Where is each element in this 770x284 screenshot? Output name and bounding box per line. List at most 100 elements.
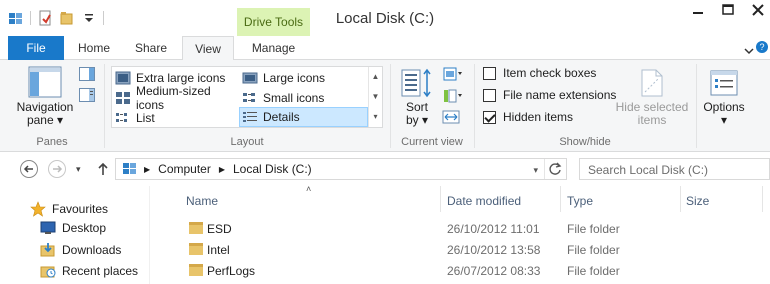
back-button[interactable] [20, 160, 38, 178]
details-icon [242, 110, 258, 124]
add-columns-button[interactable] [442, 88, 464, 107]
current-view-group-label: Current view [401, 136, 463, 148]
nav-item-desktop[interactable]: Desktop [40, 221, 106, 235]
scroll-down-icon[interactable]: ▼ [369, 87, 382, 107]
column-header-name[interactable]: Name [186, 194, 218, 208]
column-header-size[interactable]: Size [686, 194, 709, 208]
navigation-pane: Favourites Desktop Downloads Recent plac… [0, 186, 150, 284]
column-header-type[interactable]: Type [567, 194, 593, 208]
column-header-date-modified[interactable]: Date modified [447, 194, 521, 208]
breadcrumb-local-disk[interactable]: Local Disk (C:) [233, 162, 312, 176]
column-divider[interactable] [762, 186, 763, 212]
recent-locations-icon[interactable]: ▾ [76, 164, 81, 175]
star-icon [30, 201, 46, 217]
breadcrumb-computer[interactable]: Computer [158, 162, 211, 176]
table-row[interactable]: ESD 26/10/2012 11:01 File folder [150, 219, 770, 240]
search-input[interactable]: Search Local Disk (C:) [579, 158, 770, 180]
sort-by-icon [401, 68, 431, 98]
nav-item-label: Downloads [62, 243, 122, 257]
breadcrumb-chevron-icon[interactable]: ▶ [144, 165, 150, 174]
refresh-icon [549, 162, 562, 175]
layout-medium-icons[interactable]: Medium-sized icons [113, 84, 239, 112]
details-pane-button[interactable] [79, 88, 95, 105]
preview-pane-button[interactable] [79, 67, 95, 84]
table-row[interactable]: Intel 26/10/2012 13:58 File folder [150, 240, 770, 261]
layout-list[interactable]: List [113, 108, 239, 127]
sort-ascending-icon: ˄ [306, 184, 312, 194]
hide-selected-items-label-2: items [637, 113, 667, 127]
navigation-pane-button[interactable]: Navigation pane ▾ [14, 66, 76, 127]
nav-item-downloads[interactable]: Downloads [40, 242, 121, 258]
layout-item-label: Extra large icons [136, 70, 226, 85]
computer-icon [122, 161, 138, 178]
tab-manage[interactable]: Manage [237, 36, 310, 60]
minimize-icon[interactable] [692, 4, 704, 16]
dropdown-arrow-icon: ▾ [57, 113, 64, 127]
show-hide-group-label: Show/hide [559, 136, 611, 148]
folder-icon [189, 243, 203, 255]
details-pane-icon [79, 88, 95, 102]
options-icon [710, 70, 738, 96]
item-check-boxes-label: Item check boxes [503, 66, 597, 80]
navigation-pane-icon [28, 66, 62, 98]
table-row[interactable]: PerfLogs 26/07/2012 08:33 File folder [150, 261, 770, 282]
folder-icon [189, 264, 203, 276]
navigation-pane-label-2: pane ▾ [26, 113, 64, 127]
file-list: ˄ Name Date modified Type Size ESD 26/10… [150, 184, 770, 284]
ribbon-tabs: File Home Share View Manage ? [0, 36, 770, 61]
file-type: File folder [567, 222, 620, 236]
help-icon[interactable]: ? [756, 41, 768, 53]
expand-gallery-icon[interactable]: ▾ [369, 107, 382, 127]
file-date-modified: 26/10/2012 11:01 [447, 222, 540, 236]
tab-share[interactable]: Share [123, 36, 179, 60]
refresh-button[interactable] [544, 159, 566, 179]
downloads-icon [40, 243, 55, 257]
group-by-button[interactable] [442, 66, 464, 85]
item-check-boxes-checkbox[interactable] [483, 66, 496, 80]
options-button[interactable]: Options ▾ [700, 68, 748, 127]
layout-gallery: Extra large icons Large icons Medium-siz… [111, 66, 383, 128]
file-name-extensions-checkbox[interactable] [483, 88, 496, 102]
recent-places-icon [40, 266, 56, 278]
column-divider[interactable] [680, 186, 681, 212]
layout-details[interactable]: Details [239, 107, 368, 127]
sort-by-button[interactable]: Sort by ▾ [399, 68, 435, 127]
layout-group-label: Layout [230, 136, 264, 148]
tab-file[interactable]: File [8, 36, 64, 60]
title-bar: Drive Tools Local Disk (C:) [0, 0, 770, 36]
hidden-items-checkbox[interactable] [483, 110, 496, 124]
large-icons-icon [242, 71, 258, 85]
up-button[interactable] [96, 161, 110, 180]
column-divider[interactable] [440, 186, 441, 212]
file-name-extensions-option[interactable]: File name extensions [483, 88, 616, 102]
hide-selected-items-button[interactable]: Hide selected items [614, 68, 690, 127]
collapse-ribbon-icon[interactable] [744, 44, 754, 55]
breadcrumb-chevron-icon[interactable]: ▶ [219, 165, 225, 174]
close-icon[interactable] [752, 4, 764, 16]
nav-item-favourites[interactable]: Favourites [30, 201, 108, 217]
file-name: Intel [207, 243, 230, 257]
scroll-up-icon[interactable]: ▲ [369, 67, 382, 87]
file-name-extensions-label: File name extensions [503, 88, 617, 102]
item-check-boxes-option[interactable]: Item check boxes [483, 66, 596, 80]
address-history-icon[interactable]: ▾ [533, 165, 538, 176]
medium-icons-icon [115, 91, 131, 105]
dropdown-arrow-icon: ▾ [422, 113, 429, 127]
layout-small-icons[interactable]: Small icons [240, 88, 366, 107]
maximize-icon[interactable] [722, 4, 734, 16]
hidden-items-label: Hidden items [503, 110, 574, 124]
address-toolbar: ▾ ▶ Computer ▶ Local Disk (C:) ▾ Search … [0, 152, 770, 186]
address-bar[interactable]: ▶ Computer ▶ Local Disk (C:) ▾ [115, 158, 567, 180]
tab-view[interactable]: View [182, 36, 234, 61]
forward-button[interactable] [48, 160, 66, 178]
layout-large-icons[interactable]: Large icons [240, 68, 366, 87]
size-columns-to-fit-button[interactable] [442, 110, 460, 127]
nav-item-recent-places[interactable]: Recent places [40, 263, 138, 279]
panes-group-label: Panes [36, 136, 68, 148]
file-name: ESD [207, 222, 232, 236]
column-divider[interactable] [560, 186, 561, 212]
forward-arrow-icon [53, 165, 63, 173]
hidden-items-option[interactable]: Hidden items [483, 110, 573, 124]
nav-item-label: Recent places [62, 264, 139, 278]
tab-home[interactable]: Home [67, 36, 121, 60]
